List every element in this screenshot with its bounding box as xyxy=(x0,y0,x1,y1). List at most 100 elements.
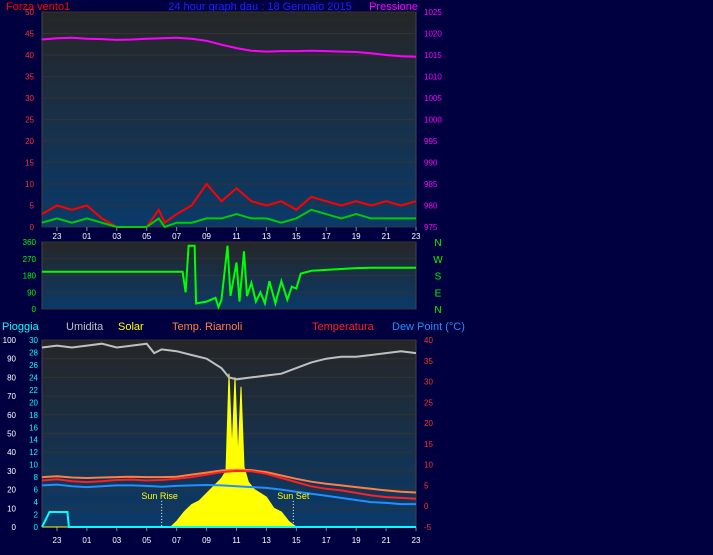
tick-label: 15 xyxy=(424,440,433,449)
tick-label: 10 xyxy=(25,180,34,189)
tick-label: 20 xyxy=(25,137,34,146)
tick-label: 13 xyxy=(262,536,271,545)
tick-label: 0 xyxy=(30,223,35,232)
tick-label: 28 xyxy=(29,348,38,357)
tick-label: 01 xyxy=(82,536,91,545)
tick-label: 19 xyxy=(352,232,361,241)
tick-label: 90 xyxy=(27,288,36,297)
tick-label: 21 xyxy=(382,232,391,241)
tick-label: 1015 xyxy=(424,51,442,60)
tick-label: 1020 xyxy=(424,30,442,39)
tick-label: 995 xyxy=(424,137,438,146)
tick-label: 24 xyxy=(29,373,38,382)
tick-label: 30 xyxy=(7,467,16,476)
tick-label: 0 xyxy=(32,305,37,314)
chart-title: 24 hour graph dau : 18 Gennaio 2015 xyxy=(168,1,351,13)
compass-label: W xyxy=(433,255,443,266)
tick-label: 8 xyxy=(34,473,39,482)
tick-label: 10 xyxy=(424,461,433,470)
wind-direction-axis: 0 90 180 270 360 xyxy=(23,238,37,314)
tick-label: 35 xyxy=(424,357,433,366)
weather-charts: Forza vento1 24 hour graph dau : 18 Genn… xyxy=(2,1,465,545)
tick-label: 03 xyxy=(112,536,121,545)
tick-label: 16 xyxy=(29,423,38,432)
compass-labels: NWSEN xyxy=(433,238,443,316)
tick-label: 11 xyxy=(232,536,241,545)
tick-label: 15 xyxy=(292,232,301,241)
tick-label: 18 xyxy=(29,411,38,420)
tick-label: 40 xyxy=(25,51,34,60)
wind-pressure-time-axis: 23 01 03 05 07 09 11 13 15 17 19 21 23 xyxy=(53,227,421,241)
tick-label: 100 xyxy=(3,336,17,345)
tick-label: 05 xyxy=(142,536,151,545)
tick-label: 23 xyxy=(53,232,62,241)
tick-label: 12 xyxy=(29,448,38,457)
tick-label: 26 xyxy=(29,361,38,370)
tick-label: 15 xyxy=(292,536,301,545)
tick-label: 4 xyxy=(34,498,39,507)
legend-pioggia: Pioggia xyxy=(2,321,40,333)
tick-label: 05 xyxy=(142,232,151,241)
tick-label: 03 xyxy=(112,232,121,241)
temperature-axis: -5 0 5 10 15 20 25 30 35 40 xyxy=(424,336,433,532)
rain-axis: 024681012141618202224262830 xyxy=(29,336,38,532)
legend-solar: Solar xyxy=(118,321,144,333)
tick-label: 60 xyxy=(7,411,16,420)
legend-temp-riarnoli: Temp. Riarnoli xyxy=(172,321,242,333)
tick-label: 30 xyxy=(424,378,433,387)
tick-label: 50 xyxy=(7,430,16,439)
tick-label: 5 xyxy=(424,481,429,490)
tick-label: 01 xyxy=(82,232,91,241)
legend-dew-point: Dew Point (°C) xyxy=(392,321,465,333)
tick-label: 09 xyxy=(202,536,211,545)
tick-label: 50 xyxy=(25,8,34,17)
pressure-axis-title: Pressione xyxy=(369,1,418,13)
tick-label: 0 xyxy=(34,523,39,532)
legend-temperatura: Temperatura xyxy=(312,321,375,333)
tick-label: 990 xyxy=(424,159,438,168)
tick-label: 70 xyxy=(7,392,16,401)
compass-label: S xyxy=(435,272,442,283)
tick-label: 40 xyxy=(7,448,16,457)
tick-label: 09 xyxy=(202,232,211,241)
tick-label: 14 xyxy=(29,436,38,445)
tick-label: 35 xyxy=(25,73,34,82)
tick-label: 20 xyxy=(424,419,433,428)
tick-label: 980 xyxy=(424,202,438,211)
tick-label: 25 xyxy=(424,398,433,407)
legend-umidita: Umidita xyxy=(66,321,104,333)
tick-label: 22 xyxy=(29,386,38,395)
tick-label: 07 xyxy=(172,232,181,241)
tick-label: 40 xyxy=(424,336,433,345)
tick-label: 975 xyxy=(424,223,438,232)
tick-label: 30 xyxy=(29,336,38,345)
tick-label: 360 xyxy=(23,238,37,247)
tick-label: 6 xyxy=(34,486,39,495)
tick-label: 1005 xyxy=(424,94,442,103)
pressure-axis: 975 980 985 990 995 1000 1005 1010 1015 1020 1025 xyxy=(424,8,442,232)
temperature-time-axis: 23 01 03 05 07 09 11 13 15 17 19 21 23 xyxy=(53,527,421,545)
tick-label: 45 xyxy=(25,30,34,39)
tick-label: 10 xyxy=(29,461,38,470)
sun-set-label: Sun Set xyxy=(277,491,310,501)
tick-label: 23 xyxy=(412,232,421,241)
tick-label: 1025 xyxy=(424,8,442,17)
tick-label: 5 xyxy=(30,202,35,211)
tick-label: 30 xyxy=(25,94,34,103)
tick-label: 13 xyxy=(262,232,271,241)
tick-label: 985 xyxy=(424,180,438,189)
tick-label: 90 xyxy=(7,355,16,364)
tick-label: -5 xyxy=(424,523,432,532)
tick-label: 11 xyxy=(232,232,241,241)
wind-axis-title: Forza vento1 xyxy=(6,1,70,13)
compass-label: N xyxy=(434,305,441,316)
tick-label: 2 xyxy=(34,511,39,520)
tick-label: 07 xyxy=(172,536,181,545)
tick-label: 0 xyxy=(424,502,429,511)
tick-label: 23 xyxy=(412,536,421,545)
tick-label: 180 xyxy=(23,272,37,281)
compass-label: E xyxy=(435,288,442,299)
tick-label: 21 xyxy=(382,536,391,545)
tick-label: 25 xyxy=(25,116,34,125)
tick-label: 19 xyxy=(352,536,361,545)
